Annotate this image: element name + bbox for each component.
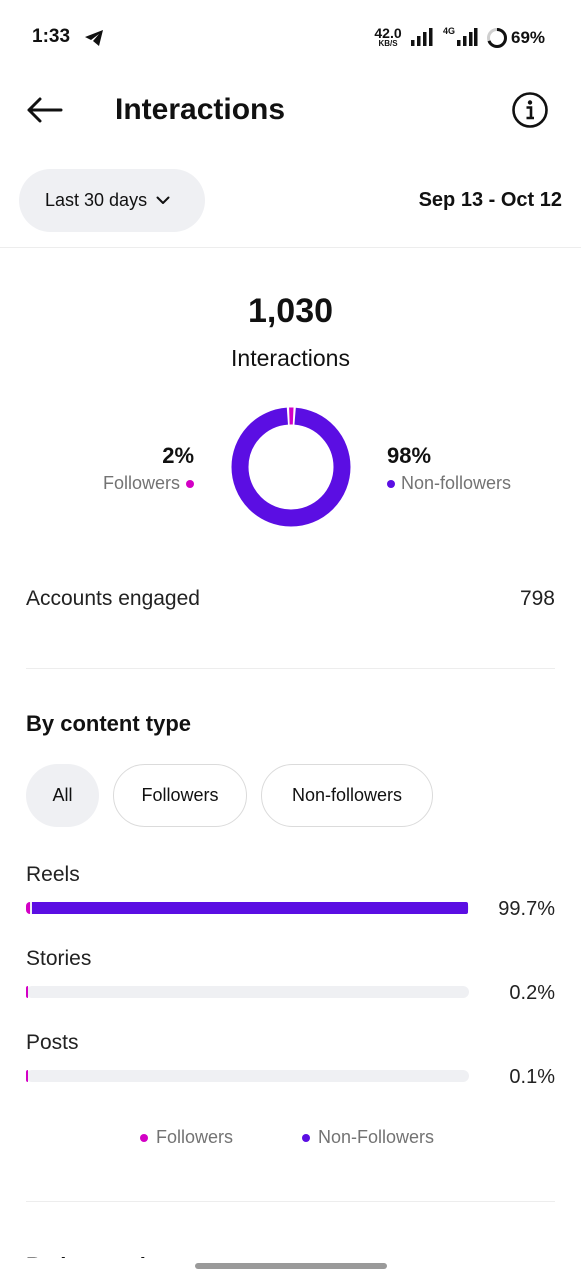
back-button[interactable] [22,90,66,130]
divider [26,668,555,669]
legend-followers: Followers [140,1127,233,1148]
content-type-bar [26,1070,469,1082]
followers-percent: 2% [162,443,194,468]
nonfollowers-dot-icon [387,479,395,488]
info-button[interactable] [508,88,552,132]
nonfollowers-legend-label: Non-followers [401,473,512,493]
date-range-text: Sep 13 - Oct 12 [418,189,562,211]
filter-chip-all[interactable]: All [26,764,99,827]
content-type-percent: 99.7% [498,898,555,920]
battery-icon [487,28,507,48]
content-type-bar [26,986,469,998]
nonfollowers-split: 98% Non-followers [387,443,557,494]
home-indicator[interactable] [195,1263,387,1269]
status-bar: 1:33 42.0 KB/S 4G 69% [0,0,581,76]
next-section-title: By interaction [26,1244,326,1258]
chevron-down-icon [156,196,170,204]
content-type-label: Posts [26,1031,79,1054]
content-type-title: By content type [26,711,192,736]
followers-dot-icon [186,479,194,488]
accounts-engaged-label: Accounts engaged [26,587,200,610]
date-range-dropdown-label: Last 30 days [45,190,148,210]
followers-legend-label: Followers [102,473,180,493]
interactions-total-label: Interactions [231,345,350,371]
legend-nonfollowers-label: Non-Followers [318,1127,435,1147]
page-title: Interactions [115,93,286,126]
content-type-label: Stories [26,947,92,970]
info-icon [512,92,548,128]
network-speed: 42.0 KB/S [374,25,402,48]
nonfollowers-dot-icon [302,1133,310,1142]
content-type-percent: 0.2% [509,982,555,1004]
content-type-percent: 0.1% [509,1066,555,1088]
bar-segment-followers [26,986,28,998]
status-time: 1:33 [32,26,71,47]
battery-percent: 69% [511,28,546,47]
legend-nonfollowers: Non-Followers [302,1127,434,1148]
content-type-bar [26,902,469,914]
telegram-icon [85,30,103,46]
legend-followers-label: Followers [156,1127,234,1147]
audience-donut-chart [231,407,351,527]
accounts-engaged-value: 798 [519,587,555,610]
followers-split: 2% Followers [60,443,194,494]
network-type: 4G [443,26,456,36]
filter-chip-followers[interactable]: Followers [113,764,247,827]
arrow-left-icon [27,97,63,123]
divider [0,247,581,248]
filter-chip-nonfollowers[interactable]: Non-followers [261,764,433,827]
bar-segment-followers [26,902,31,914]
content-type-label: Reels [26,863,80,886]
nonfollowers-percent: 98% [387,443,432,468]
nonfollowers-legend: Non-followers [387,473,557,494]
donut-segment-nonfollowers [231,407,351,527]
bar-segment-nonfollowers [32,902,468,914]
followers-dot-icon [140,1133,148,1142]
bar-segment-followers [26,1070,28,1082]
signal-strength-icon [457,28,478,46]
followers-legend: Followers [60,473,194,494]
divider [26,1201,555,1202]
signal-strength-icon [411,28,433,46]
interactions-total: 1,030 [247,292,334,330]
date-range-dropdown[interactable]: Last 30 days [19,169,205,232]
